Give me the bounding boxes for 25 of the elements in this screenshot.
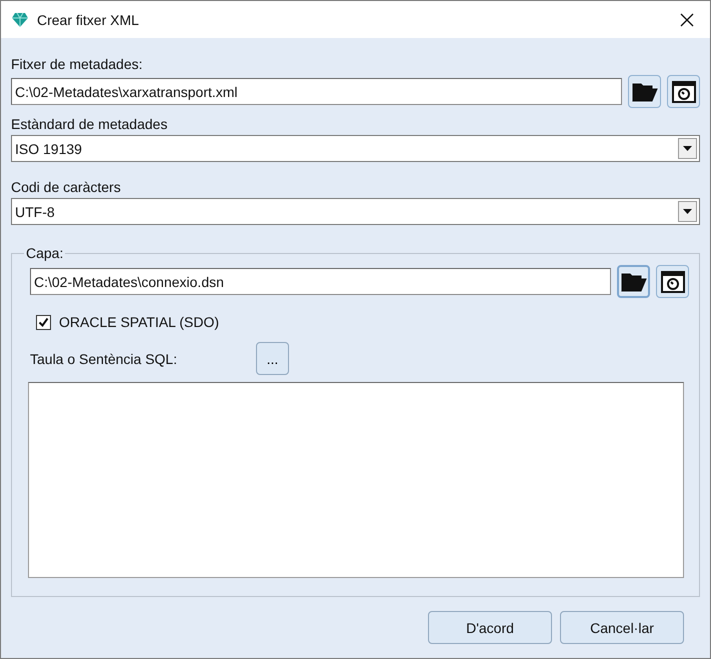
- open-window-button[interactable]: [656, 265, 689, 298]
- browse-button[interactable]: [628, 75, 661, 108]
- browse-button[interactable]: ...: [256, 342, 289, 375]
- input-field[interactable]: C:\02-Metadates\xarxatransport.xml: [11, 78, 622, 105]
- field-label: Fitxer de metadades:: [11, 56, 144, 72]
- window-clock-icon: [660, 270, 684, 292]
- checkbox[interactable]: [36, 314, 51, 330]
- field-label: Estàndard de metadades: [11, 116, 168, 132]
- dialog-button[interactable]: D'acord: [428, 611, 552, 644]
- dropdown[interactable]: UTF-8: [11, 198, 700, 225]
- folder-icon: [620, 270, 646, 292]
- dropdown[interactable]: ISO 19139: [11, 135, 700, 162]
- browse-button[interactable]: [617, 265, 650, 298]
- open-window-button[interactable]: [667, 75, 700, 108]
- field-label: Taula o Sentència SQL:: [30, 350, 178, 366]
- window-clock-icon: [672, 80, 696, 102]
- group-label: Capa:: [25, 245, 64, 261]
- input-field[interactable]: C:\02-Metadates\connexio.dsn: [30, 268, 611, 295]
- field-label: Codi de caràcters: [11, 179, 122, 195]
- checkbox-label: ORACLE SPATIAL (SDO): [59, 314, 219, 330]
- diamond-icon: [11, 12, 29, 28]
- window-title: Crear fitxer XML: [37, 12, 140, 28]
- dialog-button[interactable]: Cancel·lar: [560, 611, 684, 644]
- folder-icon: [632, 80, 658, 102]
- close-icon: [680, 12, 694, 26]
